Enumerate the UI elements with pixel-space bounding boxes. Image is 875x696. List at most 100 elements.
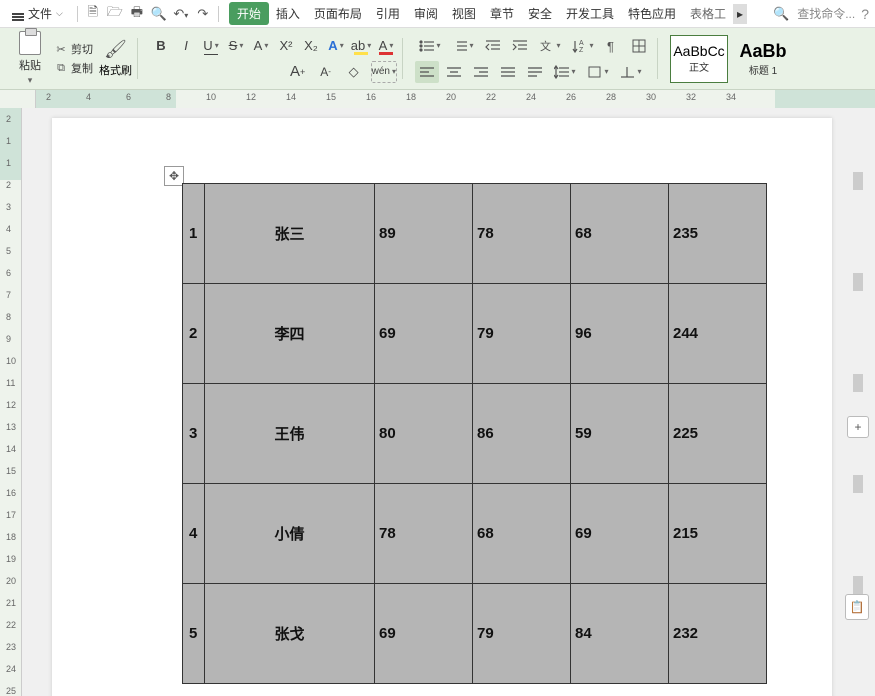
tab-features[interactable]: 特色应用: [621, 1, 683, 26]
cut-button[interactable]: ✂剪切: [54, 41, 93, 57]
decrease-indent-button[interactable]: [481, 35, 505, 57]
undo-icon[interactable]: ↶▾: [170, 6, 192, 22]
table-row[interactable]: 3王伟808659225: [183, 384, 767, 484]
data-table[interactable]: 1张三8978682352李四6979962443王伟8086592254小倩7…: [182, 183, 767, 684]
text-effects-button[interactable]: A: [325, 35, 347, 57]
align-center-button[interactable]: [442, 61, 466, 83]
align-distribute-button[interactable]: [523, 61, 547, 83]
table-cell[interactable]: 78: [375, 484, 473, 584]
table-cell[interactable]: 215: [669, 484, 767, 584]
tab-security[interactable]: 安全: [521, 1, 559, 26]
underline-button[interactable]: U: [200, 35, 222, 57]
tab-layout[interactable]: 页面布局: [307, 1, 369, 26]
table-cell[interactable]: 5: [183, 584, 205, 684]
table-cell[interactable]: 89: [375, 184, 473, 284]
horizontal-ruler[interactable]: 24681012141516182022242628303234: [0, 90, 875, 108]
redo-icon[interactable]: ↷: [192, 6, 214, 22]
grow-font-button[interactable]: A+: [287, 61, 309, 83]
row-marker[interactable]: [853, 374, 863, 392]
line-spacing-button[interactable]: [550, 61, 580, 83]
table-cell[interactable]: 王伟: [205, 384, 375, 484]
bold-button[interactable]: B: [150, 35, 172, 57]
shading-button[interactable]: [583, 61, 613, 83]
align-justify-button[interactable]: [496, 61, 520, 83]
italic-button[interactable]: I: [175, 35, 197, 57]
table-row[interactable]: 4小倩786869215: [183, 484, 767, 584]
open-icon[interactable]: 🗁: [104, 3, 126, 25]
row-marker[interactable]: [853, 475, 863, 493]
row-marker[interactable]: [853, 172, 863, 190]
strike-button[interactable]: S: [225, 35, 247, 57]
table-cell[interactable]: 4: [183, 484, 205, 584]
shrink-font-button[interactable]: A-: [315, 61, 337, 83]
table-cell[interactable]: 86: [473, 384, 571, 484]
table-cell[interactable]: 68: [473, 484, 571, 584]
emphasis-button[interactable]: A: [250, 35, 272, 57]
table-cell[interactable]: 张戈: [205, 584, 375, 684]
format-painter-button[interactable]: 🖌 格式刷: [99, 39, 132, 78]
tabs-overflow-icon[interactable]: ▸: [733, 4, 747, 24]
increase-indent-button[interactable]: [508, 35, 532, 57]
file-menu[interactable]: 文件 ⌵: [6, 3, 69, 24]
table-cell[interactable]: 244: [669, 284, 767, 384]
vertical-ruler[interactable]: 2112345678910111213141516171819202122232…: [0, 108, 22, 696]
tab-start[interactable]: 开始: [229, 2, 269, 25]
table-cell[interactable]: 小倩: [205, 484, 375, 584]
highlight-button[interactable]: ab: [350, 35, 372, 57]
row-marker[interactable]: [853, 576, 863, 594]
table-cell[interactable]: 李四: [205, 284, 375, 384]
add-row-button[interactable]: +: [847, 416, 869, 438]
help-icon[interactable]: ?: [861, 6, 869, 22]
subscript-button[interactable]: X₂: [300, 35, 322, 57]
print-preview-icon[interactable]: 🔍: [148, 6, 170, 22]
table-cell[interactable]: 96: [571, 284, 669, 384]
style-normal[interactable]: AaBbCc 正文: [670, 35, 728, 83]
document-canvas[interactable]: ✥ 1张三8978682352李四6979962443王伟8086592254小…: [22, 108, 875, 696]
table-cell[interactable]: 3: [183, 384, 205, 484]
new-doc-icon[interactable]: 🗎: [82, 3, 104, 25]
superscript-button[interactable]: X²: [275, 35, 297, 57]
table-cell[interactable]: 79: [473, 584, 571, 684]
tab-devtools[interactable]: 开发工具: [559, 1, 621, 26]
print-icon[interactable]: 🖶: [126, 3, 148, 25]
font-color-button[interactable]: A: [375, 35, 397, 57]
bullet-list-button[interactable]: [415, 35, 445, 57]
table-cell[interactable]: 69: [571, 484, 669, 584]
table-cell[interactable]: 2: [183, 284, 205, 384]
command-search[interactable]: 查找命令...: [797, 5, 855, 22]
sort-button[interactable]: AZ: [568, 35, 598, 57]
tab-view[interactable]: 视图: [445, 1, 483, 26]
tab-reference[interactable]: 引用: [369, 1, 407, 26]
table-cell[interactable]: 235: [669, 184, 767, 284]
table-cell[interactable]: 225: [669, 384, 767, 484]
table-row[interactable]: 2李四697996244: [183, 284, 767, 384]
table-cell[interactable]: 79: [473, 284, 571, 384]
clear-format-button[interactable]: ◇: [343, 61, 365, 83]
borders-button[interactable]: [628, 35, 652, 57]
table-row[interactable]: 1张三897868235: [183, 184, 767, 284]
table-cell[interactable]: 59: [571, 384, 669, 484]
table-cell[interactable]: 1: [183, 184, 205, 284]
tab-table-tools[interactable]: 表格工: [683, 1, 733, 26]
table-cell[interactable]: 84: [571, 584, 669, 684]
table-cell[interactable]: 68: [571, 184, 669, 284]
table-cell[interactable]: 69: [375, 284, 473, 384]
table-cell[interactable]: 232: [669, 584, 767, 684]
phonetic-button[interactable]: wén: [371, 61, 397, 83]
align-right-button[interactable]: [469, 61, 493, 83]
tab-insert[interactable]: 插入: [269, 1, 307, 26]
number-list-button[interactable]: [448, 35, 478, 57]
tab-review[interactable]: 审阅: [407, 1, 445, 26]
paste-button[interactable]: 粘贴▾: [12, 31, 48, 86]
table-cell[interactable]: 69: [375, 584, 473, 684]
table-row[interactable]: 5张戈697984232: [183, 584, 767, 684]
table-cell[interactable]: 78: [473, 184, 571, 284]
paste-options-button[interactable]: 📋: [845, 594, 869, 620]
align-left-button[interactable]: [415, 61, 439, 83]
row-marker[interactable]: [853, 273, 863, 291]
tabstop-button[interactable]: [616, 61, 646, 83]
table-cell[interactable]: 张三: [205, 184, 375, 284]
show-marks-button[interactable]: ¶: [601, 35, 625, 57]
table-cell[interactable]: 80: [375, 384, 473, 484]
table-move-handle[interactable]: ✥: [164, 166, 184, 186]
